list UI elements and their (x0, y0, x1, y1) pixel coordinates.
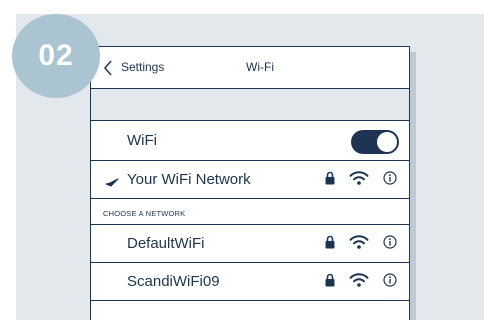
info-icon[interactable] (383, 171, 397, 190)
network-row[interactable]: DefaultWiFi (91, 225, 409, 263)
network-name: DefaultWiFi (127, 235, 205, 252)
checkmark-icon (105, 175, 119, 193)
toggle-knob (376, 131, 398, 153)
section-gap (91, 89, 409, 121)
phone-screen: Settings Wi-Fi WiFi Your WiFi Network CH… (90, 46, 410, 320)
section-header-label: CHOOSE A NETWORK (103, 209, 186, 218)
wifi-toggle[interactable] (351, 130, 399, 154)
network-row[interactable]: ScandiWiFi09 (91, 263, 409, 301)
lock-icon (325, 235, 335, 254)
lock-icon (325, 171, 335, 190)
info-icon[interactable] (383, 273, 397, 292)
network-name: ScandiWiFi09 (127, 273, 220, 290)
chevron-left-icon[interactable] (103, 60, 113, 81)
navigation-bar: Settings Wi-Fi (91, 47, 409, 89)
wifi-toggle-label: WiFi (127, 132, 157, 149)
section-header: CHOOSE A NETWORK (91, 199, 409, 225)
wifi-signal-icon (349, 235, 369, 254)
network-status-icons (325, 273, 397, 292)
network-status-icons (325, 171, 397, 190)
back-button[interactable]: Settings (121, 60, 164, 74)
page-title: Wi-Fi (246, 60, 274, 74)
network-name: Your WiFi Network (127, 171, 251, 188)
wifi-signal-icon (349, 273, 369, 292)
step-badge: 02 (12, 14, 100, 98)
connected-network-row[interactable]: Your WiFi Network (91, 161, 409, 199)
info-icon[interactable] (383, 235, 397, 254)
wifi-signal-icon (349, 171, 369, 190)
wifi-toggle-row: WiFi (91, 121, 409, 161)
step-number: 02 (38, 39, 74, 72)
lock-icon (325, 273, 335, 292)
network-status-icons (325, 235, 397, 254)
network-row-partial (91, 301, 409, 320)
